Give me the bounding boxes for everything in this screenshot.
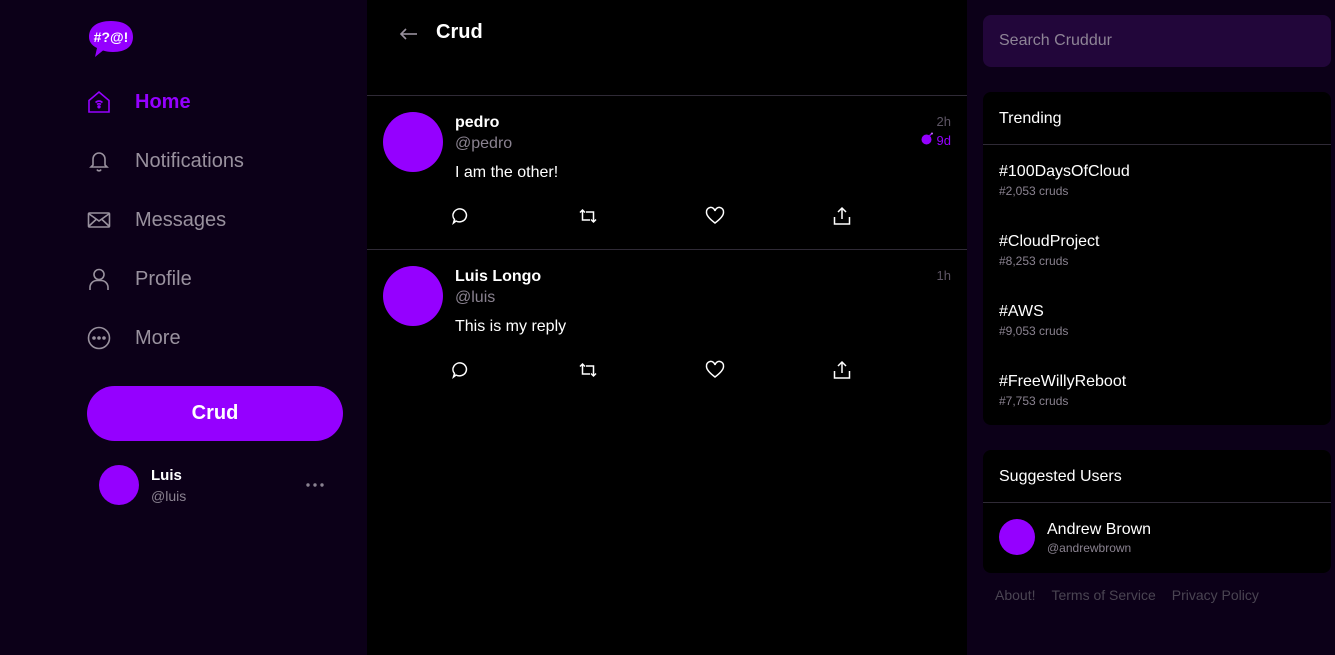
trending-item[interactable]: #100DaysOfCloud #2,053 cruds <box>999 163 1319 203</box>
repost-icon[interactable] <box>578 206 598 226</box>
trending-title: Trending <box>999 110 1062 127</box>
trending-count: #8,253 cruds <box>999 254 1069 268</box>
divider <box>983 502 1331 503</box>
share-icon[interactable] <box>832 360 852 380</box>
nav-item-label: Messages <box>135 208 227 231</box>
main-feed: Crud pedro @pedro I am the other! 2h 9d <box>367 0 967 655</box>
trending-name: #AWS <box>999 303 1044 320</box>
nav-item-label: Notifications <box>135 149 244 172</box>
crud-button[interactable]: Crud <box>87 386 343 441</box>
footer-link-terms[interactable]: Terms of Service <box>1051 587 1155 603</box>
nav-item-label: Home <box>135 90 191 113</box>
profile-more-icon[interactable] <box>303 475 327 495</box>
post-display-name[interactable]: pedro <box>455 114 499 132</box>
trending-count: #2,053 cruds <box>999 184 1069 198</box>
nav-item-label: More <box>135 326 181 349</box>
current-user-handle: @luis <box>151 488 187 504</box>
logo-text: #?@! <box>94 29 129 45</box>
suggested-title: Suggested Users <box>999 468 1122 485</box>
nav-item-notifications[interactable]: Notifications <box>87 141 244 181</box>
nav-item-messages[interactable]: Messages <box>87 200 226 240</box>
trending-panel: Trending #100DaysOfCloud #2,053 cruds #C… <box>983 92 1331 425</box>
nav-item-label: Profile <box>135 267 192 290</box>
divider <box>983 144 1331 145</box>
heart-icon[interactable] <box>705 206 725 226</box>
trending-item[interactable]: #FreeWillyReboot #7,753 cruds <box>999 373 1319 413</box>
bomb-icon <box>921 132 934 148</box>
user-icon <box>87 267 111 291</box>
avatar[interactable] <box>383 266 443 326</box>
nav-item-home[interactable]: Home <box>87 82 191 122</box>
envelope-icon <box>87 208 111 232</box>
post-actions <box>451 206 871 228</box>
suggested-user-name: Andrew Brown <box>1047 521 1152 538</box>
current-user-name: Luis <box>151 467 182 484</box>
post-expires: 9d <box>921 132 951 148</box>
left-sidebar: #?@! Home Notifications Messages Profile… <box>0 0 367 655</box>
post-message: I am the other! <box>455 164 559 181</box>
post-actions <box>451 360 871 382</box>
search-input[interactable] <box>983 15 1331 67</box>
heart-icon[interactable] <box>705 360 725 380</box>
trending-name: #CloudProject <box>999 233 1100 250</box>
main-header: Crud <box>367 0 967 96</box>
post-handle[interactable]: @pedro <box>455 135 512 153</box>
footer-links: About! Terms of Service Privacy Policy <box>995 587 1259 603</box>
activity-item[interactable]: Luis Longo @luis This is my reply 1h <box>367 250 967 404</box>
page-title: Crud <box>436 21 483 43</box>
trending-item[interactable]: #AWS #9,053 cruds <box>999 303 1319 343</box>
suggested-user[interactable]: Andrew Brown @andrewbrown <box>999 518 1319 558</box>
suggested-user-handle: @andrewbrown <box>1047 541 1132 555</box>
trending-item[interactable]: #CloudProject #8,253 cruds <box>999 233 1319 273</box>
avatar <box>999 519 1035 555</box>
right-sidebar: Trending #100DaysOfCloud #2,053 cruds #C… <box>967 0 1335 655</box>
reply-icon[interactable] <box>451 360 471 380</box>
post-time-ago: 1h <box>936 268 951 283</box>
reply-icon[interactable] <box>451 206 471 226</box>
footer-link-about[interactable]: About! <box>995 587 1035 603</box>
cruddur-logo[interactable]: #?@! <box>87 19 135 59</box>
bell-icon <box>87 149 111 173</box>
post-expires-label: 9d <box>936 132 951 148</box>
post-display-name[interactable]: Luis Longo <box>455 268 541 286</box>
avatar[interactable] <box>383 112 443 172</box>
post-message: This is my reply <box>455 318 567 335</box>
more-circle-icon <box>87 326 111 350</box>
current-user-profile[interactable]: Luis @luis <box>99 465 339 507</box>
home-icon <box>87 90 111 114</box>
avatar <box>99 465 139 505</box>
post-time-ago: 2h <box>936 114 951 129</box>
trending-name: #FreeWillyReboot <box>999 373 1127 390</box>
repost-icon[interactable] <box>578 360 598 380</box>
nav-item-profile[interactable]: Profile <box>87 259 192 299</box>
trending-count: #7,753 cruds <box>999 394 1069 408</box>
trending-count: #9,053 cruds <box>999 324 1069 338</box>
share-icon[interactable] <box>832 206 852 226</box>
activity-item[interactable]: pedro @pedro I am the other! 2h 9d <box>367 96 967 250</box>
back-arrow-icon[interactable] <box>399 24 419 44</box>
suggested-users-panel: Suggested Users Andrew Brown @andrewbrow… <box>983 450 1331 573</box>
trending-name: #100DaysOfCloud <box>999 163 1130 180</box>
nav-item-more[interactable]: More <box>87 318 181 358</box>
post-handle[interactable]: @luis <box>455 289 495 307</box>
footer-link-privacy[interactable]: Privacy Policy <box>1172 587 1259 603</box>
